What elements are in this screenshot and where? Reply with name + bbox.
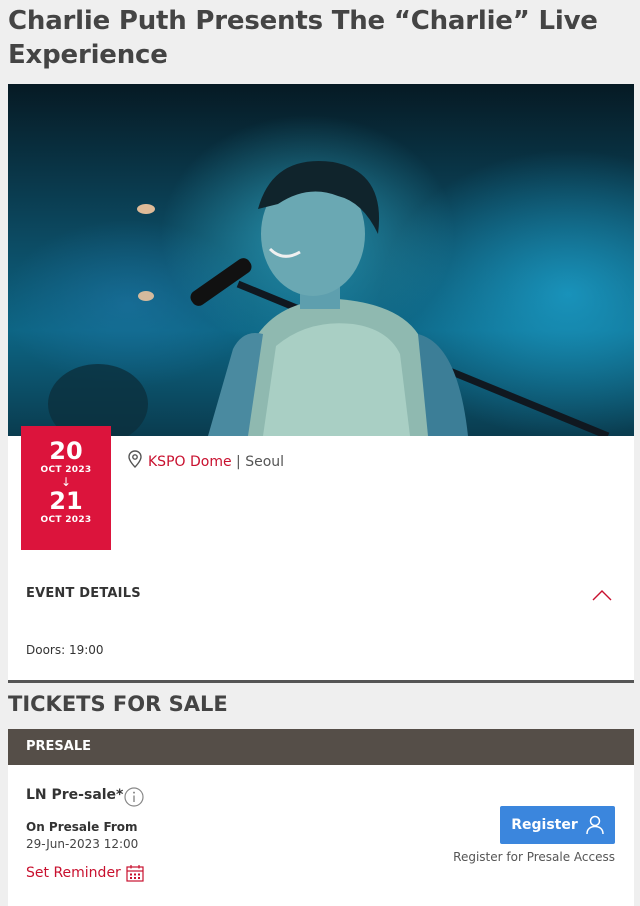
event-title: Charlie Puth Presents The “Charlie” Live… xyxy=(8,6,598,70)
start-day: 20 xyxy=(49,437,83,465)
event-date-badge: 20 OCT 2023 ↓ 21 OCT 2023 xyxy=(21,426,111,550)
set-reminder-label: Set Reminder xyxy=(26,865,121,881)
on-presale-date: 29-Jun-2023 12:00 xyxy=(26,837,139,851)
map-pin-icon xyxy=(128,450,142,474)
doors-time: Doors: 19:00 xyxy=(26,643,104,657)
on-presale-label: On Presale From xyxy=(26,820,138,834)
user-icon xyxy=(586,815,604,835)
info-icon[interactable] xyxy=(124,787,144,812)
presale-section-header: PRESALE xyxy=(8,729,634,765)
venue-city: Seoul xyxy=(245,454,285,470)
section-divider xyxy=(8,680,634,683)
tickets-heading: TICKETS FOR SALE xyxy=(8,692,228,716)
register-button[interactable]: Register xyxy=(500,806,615,844)
venue-separator: | xyxy=(231,454,246,470)
register-note: Register for Presale Access xyxy=(453,850,615,864)
end-day: 21 xyxy=(49,487,83,515)
presale-name: LN Pre-sale* xyxy=(26,787,124,803)
chevron-up-icon[interactable] xyxy=(592,588,612,606)
calendar-icon xyxy=(126,865,144,882)
event-hero-image xyxy=(8,84,634,436)
register-button-label: Register xyxy=(511,817,578,833)
venue-link[interactable]: KSPO Dome xyxy=(148,454,232,470)
end-month-year: OCT 2023 xyxy=(40,515,92,525)
event-details-heading[interactable]: EVENT DETAILS xyxy=(26,586,141,601)
presale-section-label: PRESALE xyxy=(26,739,92,754)
venue-line: KSPO Dome | Seoul xyxy=(128,450,284,474)
set-reminder-link[interactable]: Set Reminder xyxy=(26,863,145,883)
